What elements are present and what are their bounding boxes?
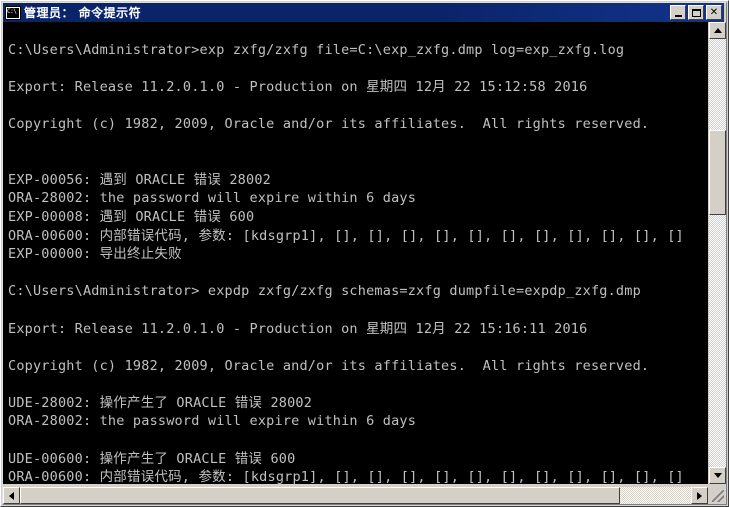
console-line: ORA-28002: the password will expire with…: [8, 190, 417, 207]
scroll-down-button[interactable]: [709, 467, 726, 484]
scroll-down-arrow-icon: [713, 473, 722, 478]
console-line: C:\Users\Administrator> expdp zxfg/zxfg …: [8, 283, 641, 300]
horizontal-scroll-thumb[interactable]: [20, 487, 620, 504]
window-controls: ✕: [670, 5, 722, 20]
resize-grip[interactable]: [709, 487, 726, 504]
console-line: Export: Release 11.2.0.1.0 - Production …: [8, 320, 588, 337]
scroll-right-arrow-icon: [697, 491, 702, 500]
title-bar[interactable]: 管理员： 命令提示符 ✕: [3, 3, 724, 22]
scroll-up-button[interactable]: [709, 22, 726, 39]
scroll-right-button[interactable]: [691, 487, 708, 504]
vertical-scroll-thumb[interactable]: [709, 130, 726, 215]
console-line: UDE-00600: 操作产生了 ORACLE 错误 600: [8, 450, 296, 467]
console-text: C:\Users\Administrator>exp zxfg/zxfg fil…: [8, 22, 708, 484]
scroll-left-button[interactable]: [3, 487, 20, 504]
maximize-icon: [689, 6, 703, 19]
command-prompt-window: 管理员： 命令提示符 ✕ C:\Users\Administrator>exp …: [0, 0, 729, 507]
console-line: UDE-28002: 操作产生了 ORACLE 错误 28002: [8, 394, 313, 411]
console-line: EXP-00056: 遇到 ORACLE 错误 28002: [8, 171, 271, 188]
console-line: Copyright (c) 1982, 2009, Oracle and/or …: [8, 357, 650, 374]
console-line: ORA-00600: 内部错误代码, 参数: [kdsgrp1], [], []…: [8, 469, 684, 484]
console-line: Copyright (c) 1982, 2009, Oracle and/or …: [8, 115, 650, 132]
scroll-left-arrow-icon: [9, 491, 14, 500]
close-icon: ✕: [709, 6, 719, 18]
close-button[interactable]: ✕: [706, 5, 722, 20]
maximize-button[interactable]: [688, 5, 704, 20]
window-title: 管理员： 命令提示符: [24, 6, 142, 20]
vertical-scrollbar[interactable]: [709, 22, 726, 484]
console-line: ORA-00600: 内部错误代码, 参数: [kdsgrp1], [], []…: [8, 227, 684, 244]
console-icon: [5, 5, 21, 20]
scroll-up-arrow-icon: [713, 28, 722, 33]
console-line: EXP-00000: 导出终止失败: [8, 246, 182, 263]
horizontal-scrollbar[interactable]: [3, 487, 708, 504]
minimize-icon: [671, 6, 685, 19]
minimize-button[interactable]: [670, 5, 686, 20]
console-line: EXP-00008: 遇到 ORACLE 错误 600: [8, 208, 255, 225]
console-line: Export: Release 11.2.0.1.0 - Production …: [8, 78, 588, 95]
console-output-area[interactable]: C:\Users\Administrator>exp zxfg/zxfg fil…: [3, 22, 708, 484]
console-line: ORA-28002: the password will expire with…: [8, 413, 417, 430]
console-line: C:\Users\Administrator>exp zxfg/zxfg fil…: [8, 41, 625, 58]
